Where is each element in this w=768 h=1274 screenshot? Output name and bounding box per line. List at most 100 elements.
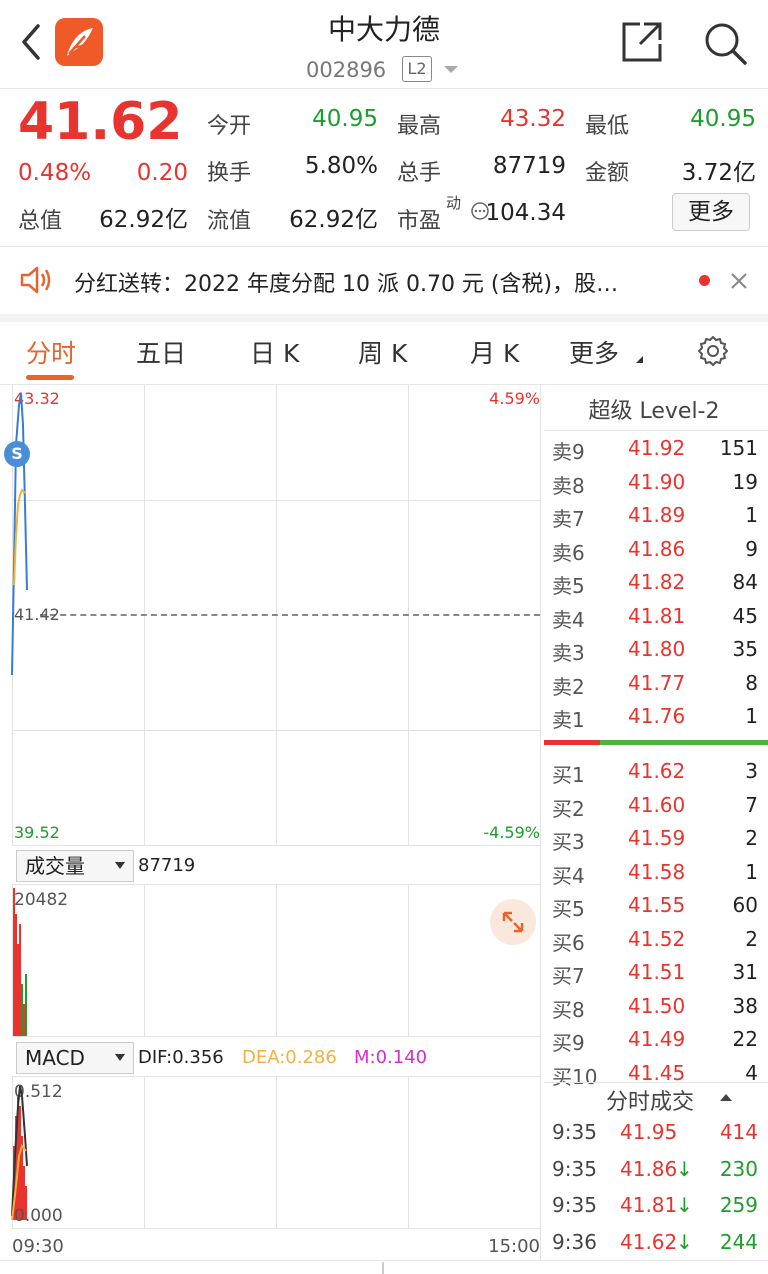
amount-label: 金额 bbox=[585, 161, 630, 186]
pe-value: 104.34 bbox=[485, 200, 566, 226]
trades-title[interactable]: 分时成交 bbox=[606, 1084, 694, 1116]
volume-selector-label: 成交量 bbox=[25, 854, 85, 878]
close-icon bbox=[731, 273, 747, 289]
bid-volume: 2 bbox=[745, 826, 758, 850]
ask-volume: 1 bbox=[745, 503, 758, 527]
bid-row[interactable]: 买2 41.60 7 bbox=[552, 793, 758, 826]
notice-divider bbox=[0, 314, 768, 322]
dividend-notice[interactable]: 分红送转：2022 年度分配 10 派 0.70 元 (含税)，股… bbox=[74, 266, 674, 298]
order-book-title[interactable]: 超级 Level-2 bbox=[544, 393, 764, 425]
notice-close-button[interactable] bbox=[728, 270, 750, 292]
trade-volume: 259 bbox=[719, 1193, 758, 1217]
tab-monthly-k[interactable]: 月 K bbox=[470, 334, 519, 370]
trade-time: 9:35 bbox=[552, 1120, 597, 1144]
bid-price: 41.52 bbox=[628, 926, 686, 951]
bid-row[interactable]: 买9 41.49 22 bbox=[552, 1027, 758, 1060]
tab-intraday[interactable]: 分时 bbox=[26, 334, 76, 370]
bid-row[interactable]: 买7 41.51 31 bbox=[552, 960, 758, 993]
bid-price: 41.49 bbox=[628, 1027, 686, 1051]
more-quote-button[interactable]: 更多 bbox=[672, 193, 750, 231]
volume-indicator-selector[interactable]: 成交量 bbox=[16, 850, 134, 882]
ask-row[interactable]: 卖5 41.82 84 bbox=[552, 570, 758, 603]
ask-price: 41.80 bbox=[628, 637, 686, 661]
trades-divider bbox=[544, 1082, 768, 1083]
search-icon bbox=[705, 23, 747, 65]
bid-row[interactable]: 买8 41.50 38 bbox=[552, 994, 758, 1027]
tab-weekly-k[interactable]: 周 K bbox=[358, 334, 407, 370]
ask-volume: 19 bbox=[732, 469, 758, 494]
ask-volume: 1 bbox=[745, 704, 758, 728]
sell-marker[interactable]: S bbox=[4, 441, 30, 467]
bid-row[interactable]: 买1 41.62 3 bbox=[552, 759, 758, 792]
bid-row[interactable]: 买3 41.59 2 bbox=[552, 826, 758, 859]
level2-badge[interactable]: L2 bbox=[402, 56, 432, 82]
expand-icon bbox=[502, 911, 524, 933]
bid-volume: 2 bbox=[745, 926, 758, 951]
selector-dropdown-icon bbox=[115, 1054, 125, 1061]
pe-superscript: 动 bbox=[446, 194, 462, 212]
bid-level-label: 买1 bbox=[552, 763, 585, 787]
ask-row[interactable]: 卖4 41.81 45 bbox=[552, 604, 758, 637]
trade-time: 9:36 bbox=[552, 1229, 597, 1254]
high-value: 43.32 bbox=[500, 106, 566, 132]
ask-price: 41.92 bbox=[628, 436, 686, 460]
ask-price: 41.76 bbox=[628, 704, 686, 728]
ask-row[interactable]: 卖1 41.76 1 bbox=[552, 704, 758, 737]
expand-chart-button[interactable] bbox=[490, 899, 536, 945]
time-end: 15:00 bbox=[488, 1236, 540, 1257]
macd-indicator-selector[interactable]: MACD bbox=[16, 1042, 134, 1074]
bid-volume: 3 bbox=[745, 759, 758, 783]
trade-price: 41.95 bbox=[620, 1120, 678, 1144]
order-book-title-divider bbox=[544, 430, 768, 431]
ask-row[interactable]: 卖3 41.80 35 bbox=[552, 637, 758, 670]
price-line bbox=[11, 392, 28, 676]
ask-price: 41.86 bbox=[628, 536, 686, 561]
tab-five-day[interactable]: 五日 bbox=[136, 334, 186, 370]
ask-level-label: 卖6 bbox=[552, 540, 585, 565]
turnover-value: 5.80% bbox=[304, 153, 378, 179]
bid-row[interactable]: 买5 41.55 60 bbox=[552, 893, 758, 926]
turnover-label: 换手 bbox=[207, 161, 252, 186]
ask-price: 41.81 bbox=[628, 603, 686, 628]
ask-volume: 9 bbox=[745, 536, 758, 561]
ask-price: 41.77 bbox=[628, 670, 686, 695]
active-tab-indicator bbox=[26, 375, 74, 380]
ask-price: 41.89 bbox=[628, 503, 686, 527]
bid-price: 41.55 bbox=[628, 893, 686, 917]
ask-row[interactable]: 卖9 41.92 151 bbox=[552, 436, 758, 469]
selector-dropdown-icon bbox=[115, 862, 125, 869]
bid-level-label: 买3 bbox=[552, 830, 585, 854]
trades-collapse-icon[interactable] bbox=[720, 1094, 732, 1101]
ask-volume: 151 bbox=[719, 436, 758, 460]
bid-price: 41.59 bbox=[628, 826, 686, 850]
ask-level-label: 卖5 bbox=[552, 574, 585, 598]
ask-row[interactable]: 卖6 41.86 9 bbox=[552, 537, 758, 570]
tab-daily-k[interactable]: 日 K bbox=[250, 334, 299, 370]
bid-level-label: 买10 bbox=[552, 1064, 598, 1089]
bottom-divider bbox=[0, 1260, 768, 1261]
search-button[interactable] bbox=[702, 20, 748, 66]
bid-row[interactable]: 买4 41.58 1 bbox=[552, 860, 758, 893]
tab-more[interactable]: 更多 bbox=[569, 334, 619, 370]
macd-dif: DIF:0.356 bbox=[138, 1047, 224, 1068]
share-button[interactable] bbox=[620, 20, 664, 64]
trade-direction-icon: ↓ bbox=[676, 1156, 693, 1181]
code-dropdown-icon[interactable] bbox=[444, 66, 458, 73]
ask-level-label: 卖1 bbox=[552, 708, 585, 732]
amount-value: 3.72亿 bbox=[681, 160, 756, 186]
ask-row[interactable]: 卖8 41.90 19 bbox=[552, 470, 758, 503]
ask-volume: 84 bbox=[732, 570, 758, 594]
ask-row[interactable]: 卖7 41.89 1 bbox=[552, 503, 758, 536]
ask-level-label: 卖7 bbox=[552, 507, 585, 531]
chart-settings-button[interactable] bbox=[696, 334, 730, 368]
ask-level-label: 卖9 bbox=[552, 440, 585, 464]
header-divider bbox=[0, 88, 768, 89]
trade-row: 9:35 41.95 414 bbox=[552, 1120, 758, 1156]
trade-row: 9:35 41.81 ↓ 259 bbox=[552, 1193, 758, 1229]
intraday-chart-area[interactable]: 43.32 4.59% 41.42 39.52 -4.59% S 成交量 877… bbox=[0, 385, 542, 1260]
bottom-handle bbox=[382, 1262, 384, 1274]
bid-volume: 60 bbox=[732, 893, 758, 917]
ask-row[interactable]: 卖2 41.77 8 bbox=[552, 671, 758, 704]
bid-row[interactable]: 买6 41.52 2 bbox=[552, 927, 758, 960]
time-start: 09:30 bbox=[12, 1236, 64, 1257]
